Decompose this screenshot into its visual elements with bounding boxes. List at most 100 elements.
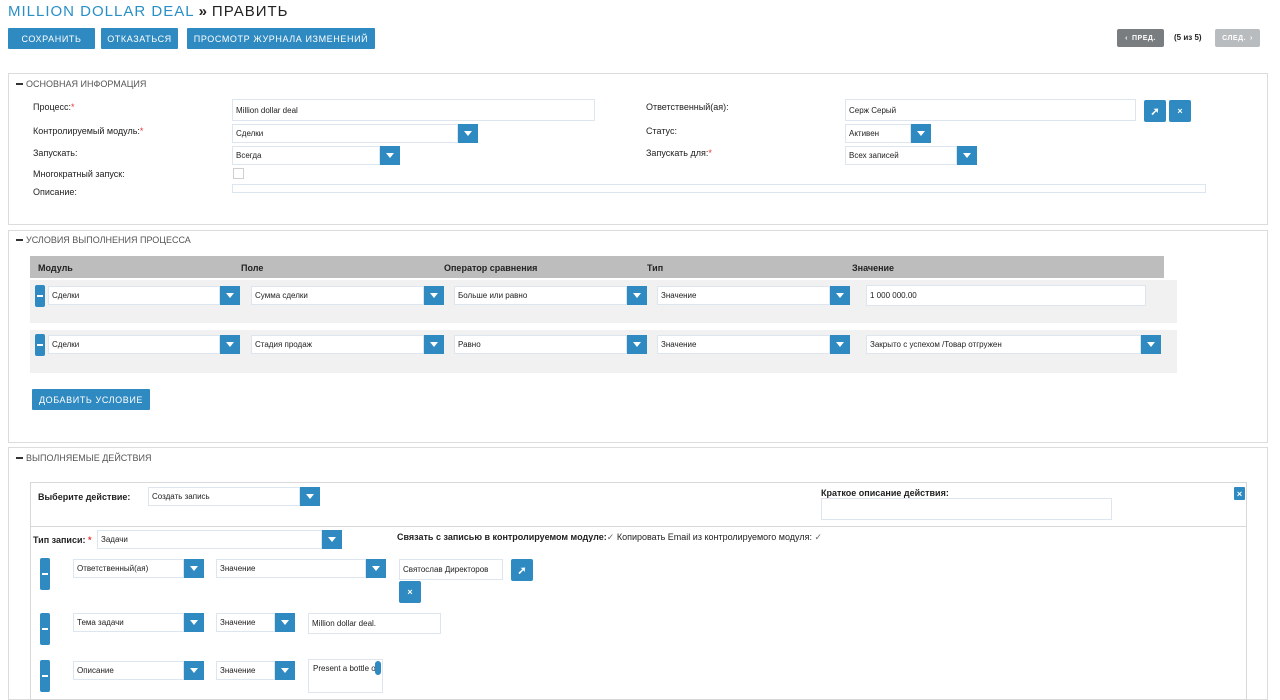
run-for-select[interactable]: Всех записей <box>845 146 957 165</box>
close-box-icon: × <box>1236 488 1243 499</box>
chevron-right-icon: › <box>1250 34 1253 42</box>
condition-module-select[interactable]: Сделки <box>48 335 220 354</box>
process-label: Процесс:* <box>33 102 75 112</box>
multi-run-label: Многократный запуск: <box>33 169 125 179</box>
record-name: MILLION DOLLAR DEAL <box>8 3 195 20</box>
multi-run-checkbox[interactable] <box>233 168 244 179</box>
copy-email-label: Копировать Email из контролируемого моду… <box>616 532 812 542</box>
column-header-value: Значение <box>852 263 895 273</box>
cancel-button[interactable]: ОТКАЗАТЬСЯ <box>101 28 178 49</box>
remove-condition-button[interactable] <box>35 285 45 307</box>
run-for-label: Запускать для:* <box>646 148 712 158</box>
chevron-down-icon[interactable] <box>627 335 647 354</box>
condition-module-select[interactable]: Сделки <box>48 286 220 305</box>
action-value-input[interactable]: Million dollar deal. <box>308 613 441 634</box>
view-changelog-button[interactable]: ПРОСМОТР ЖУРНАЛА ИЗМЕНЕНИЙ <box>187 28 375 49</box>
module-label: Контролируемый модуль:* <box>33 126 144 136</box>
conditions-title: УСЛОВИЯ ВЫПОЛНЕНИЯ ПРОЦЕССА <box>26 235 191 245</box>
condition-type-select[interactable]: Значение <box>657 286 830 305</box>
assigned-label: Ответственный(ая): <box>646 102 729 112</box>
description-textarea[interactable] <box>232 184 1206 193</box>
condition-operator-select[interactable]: Больше или равно <box>454 286 627 305</box>
clear-user-button[interactable]: × <box>1169 100 1191 122</box>
link-record-label: Связать с записью в контролируемом модул… <box>397 532 607 542</box>
chevron-down-icon[interactable] <box>627 286 647 305</box>
column-header-field: Поле <box>241 263 264 273</box>
basic-info-panel <box>8 73 1268 225</box>
clear-user-button[interactable]: × <box>399 581 421 603</box>
conditions-table-header <box>30 256 1164 278</box>
chevron-down-icon[interactable] <box>300 487 320 506</box>
chevron-down-icon[interactable] <box>911 124 931 143</box>
chevron-down-icon[interactable] <box>184 613 204 632</box>
chevron-down-icon[interactable] <box>380 146 400 165</box>
basic-info-section-toggle[interactable]: ОСНОВНАЯ ИНФОРМАЦИЯ <box>16 79 146 89</box>
condition-field-select[interactable]: Стадия продаж <box>251 335 424 354</box>
condition-value-select[interactable]: Закрыто с успехом /Товар отгружен <box>866 335 1141 354</box>
action-select[interactable]: Создать запись <box>148 487 300 506</box>
select-user-button[interactable]: ➚ <box>511 559 533 581</box>
link-record-checkbox[interactable]: ✓ <box>607 532 615 542</box>
action-field-select[interactable]: Описание <box>73 661 184 680</box>
copy-email-checkbox[interactable]: ✓ <box>814 532 822 542</box>
chevron-down-icon[interactable] <box>184 559 204 578</box>
chevron-down-icon[interactable] <box>424 335 444 354</box>
assigned-user-input[interactable]: Серж Серый <box>845 99 1136 121</box>
arrow-select-icon: ➚ <box>1150 105 1160 118</box>
chevron-down-icon[interactable] <box>275 661 295 680</box>
breadcrumb-separator: » <box>198 3 208 20</box>
module-select[interactable]: Сделки <box>232 124 458 143</box>
actions-section-toggle[interactable]: ВЫПОЛНЯЕМЫЕ ДЕЙСТВИЯ <box>16 453 151 463</box>
action-value-input[interactable]: Святослав Директоров <box>399 559 503 580</box>
remove-action-button[interactable]: × <box>1234 487 1245 500</box>
remove-field-button[interactable] <box>40 660 50 692</box>
short-desc-input[interactable] <box>821 498 1112 520</box>
next-button[interactable]: СЛЕД. › <box>1215 29 1260 47</box>
action-value-textarea[interactable]: Present a bottle of <box>308 659 383 693</box>
remove-condition-button[interactable] <box>35 334 45 356</box>
chevron-down-icon[interactable] <box>424 286 444 305</box>
chevron-down-icon[interactable] <box>220 286 240 305</box>
chevron-down-icon[interactable] <box>184 661 204 680</box>
link-record-option: Связать с записью в контролируемом модул… <box>397 532 822 543</box>
chevron-down-icon[interactable] <box>830 286 850 305</box>
status-select[interactable]: Активен <box>845 124 911 143</box>
run-select[interactable]: Всегда <box>232 146 380 165</box>
choose-action-label: Выберите действие: <box>38 492 131 502</box>
condition-operator-select[interactable]: Равно <box>454 335 627 354</box>
action-type-select[interactable]: Значение <box>216 613 275 632</box>
page-counter: (5 из 5) <box>1174 33 1202 42</box>
run-label: Запускать: <box>33 148 78 158</box>
select-user-button[interactable]: ➚ <box>1144 100 1166 122</box>
chevron-down-icon[interactable] <box>366 559 386 578</box>
chevron-down-icon[interactable] <box>220 335 240 354</box>
add-condition-button[interactable]: ДОБАВИТЬ УСЛОВИЕ <box>32 389 150 410</box>
remove-field-button[interactable] <box>40 613 50 645</box>
chevron-down-icon[interactable] <box>1141 335 1161 354</box>
prev-label: ПРЕД. <box>1132 34 1156 42</box>
page-action: ПРАВИТЬ <box>211 3 289 20</box>
chevron-down-icon[interactable] <box>275 613 295 632</box>
column-header-module: Модуль <box>38 263 73 273</box>
scrollbar-thumb[interactable] <box>375 661 381 675</box>
action-field-select[interactable]: Ответственный(ая) <box>73 559 184 578</box>
save-button[interactable]: СОХРАНИТЬ <box>8 28 95 49</box>
close-icon: × <box>1177 106 1183 116</box>
chevron-down-icon[interactable] <box>830 335 850 354</box>
description-label: Описание: <box>33 187 77 197</box>
chevron-down-icon[interactable] <box>458 124 478 143</box>
status-label: Статус: <box>646 126 677 136</box>
condition-field-select[interactable]: Сумма сделки <box>251 286 424 305</box>
action-type-select[interactable]: Значение <box>216 661 275 680</box>
record-type-select[interactable]: Задачи <box>97 530 322 549</box>
condition-type-select[interactable]: Значение <box>657 335 830 354</box>
condition-value-input[interactable]: 1 000 000.00 <box>866 285 1146 306</box>
conditions-section-toggle[interactable]: УСЛОВИЯ ВЫПОЛНЕНИЯ ПРОЦЕССА <box>16 235 191 245</box>
remove-field-button[interactable] <box>40 558 50 590</box>
chevron-down-icon[interactable] <box>957 146 977 165</box>
prev-button[interactable]: ‹ ПРЕД. <box>1117 29 1164 47</box>
process-name-input[interactable]: Million dollar deal <box>232 99 595 121</box>
action-type-select[interactable]: Значение <box>216 559 366 578</box>
chevron-down-icon[interactable] <box>322 530 342 549</box>
action-field-select[interactable]: Тема задачи <box>73 613 184 632</box>
